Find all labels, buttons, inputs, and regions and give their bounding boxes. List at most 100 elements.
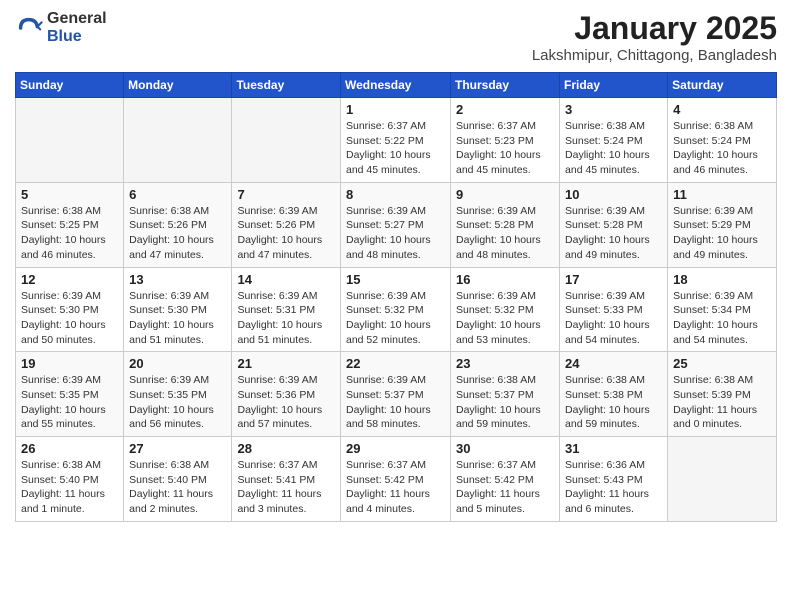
day-number: 26: [21, 441, 118, 456]
title-area: January 2025 Lakshmipur, Chittagong, Ban…: [532, 10, 777, 64]
day-number: 13: [129, 272, 226, 287]
day-info: Sunrise: 6:39 AM Sunset: 5:32 PM Dayligh…: [456, 289, 554, 348]
day-number: 10: [565, 187, 662, 202]
week-row: 19 Sunrise: 6:39 AM Sunset: 5:35 PM Dayli…: [16, 352, 777, 437]
calendar-cell: 5 Sunrise: 6:38 AM Sunset: 5:25 PM Daylig…: [16, 182, 124, 267]
calendar-cell: 2 Sunrise: 6:37 AM Sunset: 5:23 PM Daylig…: [451, 98, 560, 183]
calendar-cell: 18 Sunrise: 6:39 AM Sunset: 5:34 PM Dayli…: [668, 267, 777, 352]
day-info: Sunrise: 6:39 AM Sunset: 5:35 PM Dayligh…: [21, 373, 118, 432]
weekday-header: Tuesday: [232, 73, 341, 98]
calendar-cell: 27Sunrise: 6:38 AM Sunset: 5:40 PM Dayli…: [124, 437, 232, 522]
logo: General Blue: [15, 10, 107, 45]
day-number: 22: [346, 356, 445, 371]
day-number: 3: [565, 102, 662, 117]
day-number: 11: [673, 187, 771, 202]
month-title: January 2025: [532, 10, 777, 47]
day-info: Sunrise: 6:38 AM Sunset: 5:24 PM Dayligh…: [673, 119, 771, 178]
calendar-cell: 14 Sunrise: 6:39 AM Sunset: 5:31 PM Dayli…: [232, 267, 341, 352]
day-info: Sunrise: 6:39 AM Sunset: 5:26 PM Dayligh…: [237, 204, 335, 263]
day-info: Sunrise: 6:38 AM Sunset: 5:39 PM Dayligh…: [673, 373, 771, 432]
calendar-cell: 15Sunrise: 6:39 AM Sunset: 5:32 PM Dayli…: [341, 267, 451, 352]
calendar-cell: 7 Sunrise: 6:39 AM Sunset: 5:26 PM Daylig…: [232, 182, 341, 267]
day-number: 4: [673, 102, 771, 117]
day-number: 28: [237, 441, 335, 456]
day-number: 23: [456, 356, 554, 371]
day-number: 31: [565, 441, 662, 456]
calendar-cell: 9Sunrise: 6:39 AM Sunset: 5:28 PM Daylig…: [451, 182, 560, 267]
day-number: 6: [129, 187, 226, 202]
day-number: 19: [21, 356, 118, 371]
day-info: Sunrise: 6:38 AM Sunset: 5:26 PM Dayligh…: [129, 204, 226, 263]
day-number: 29: [346, 441, 445, 456]
calendar-cell: 22Sunrise: 6:39 AM Sunset: 5:37 PM Dayli…: [341, 352, 451, 437]
day-info: Sunrise: 6:37 AM Sunset: 5:22 PM Dayligh…: [346, 119, 445, 178]
day-number: 27: [129, 441, 226, 456]
weekday-header: Wednesday: [341, 73, 451, 98]
calendar-cell: 17Sunrise: 6:39 AM Sunset: 5:33 PM Dayli…: [560, 267, 668, 352]
day-number: 14: [237, 272, 335, 287]
day-info: Sunrise: 6:38 AM Sunset: 5:40 PM Dayligh…: [21, 458, 118, 517]
calendar-cell: 10 Sunrise: 6:39 AM Sunset: 5:28 PM Dayli…: [560, 182, 668, 267]
weekday-header: Saturday: [668, 73, 777, 98]
day-info: Sunrise: 6:39 AM Sunset: 5:34 PM Dayligh…: [673, 289, 771, 348]
day-number: 8: [346, 187, 445, 202]
day-info: Sunrise: 6:39 AM Sunset: 5:31 PM Dayligh…: [237, 289, 335, 348]
weekday-header: Friday: [560, 73, 668, 98]
day-number: 30: [456, 441, 554, 456]
calendar-cell: [232, 98, 341, 183]
week-row: 5 Sunrise: 6:38 AM Sunset: 5:25 PM Daylig…: [16, 182, 777, 267]
week-row: 1 Sunrise: 6:37 AM Sunset: 5:22 PM Daylig…: [16, 98, 777, 183]
weekday-header: Sunday: [16, 73, 124, 98]
logo-general: General: [47, 10, 107, 28]
calendar-cell: 11 Sunrise: 6:39 AM Sunset: 5:29 PM Dayli…: [668, 182, 777, 267]
weekday-header: Monday: [124, 73, 232, 98]
day-number: 24: [565, 356, 662, 371]
day-info: Sunrise: 6:39 AM Sunset: 5:32 PM Dayligh…: [346, 289, 445, 348]
day-number: 21: [237, 356, 335, 371]
calendar-cell: 12Sunrise: 6:39 AM Sunset: 5:30 PM Dayli…: [16, 267, 124, 352]
day-info: Sunrise: 6:39 AM Sunset: 5:29 PM Dayligh…: [673, 204, 771, 263]
day-number: 7: [237, 187, 335, 202]
day-info: Sunrise: 6:38 AM Sunset: 5:38 PM Dayligh…: [565, 373, 662, 432]
day-info: Sunrise: 6:38 AM Sunset: 5:25 PM Dayligh…: [21, 204, 118, 263]
day-info: Sunrise: 6:37 AM Sunset: 5:42 PM Dayligh…: [346, 458, 445, 517]
calendar-cell: 29 Sunrise: 6:37 AM Sunset: 5:42 PM Dayli…: [341, 437, 451, 522]
weekday-header-row: SundayMondayTuesdayWednesdayThursdayFrid…: [16, 73, 777, 98]
calendar-cell: 24 Sunrise: 6:38 AM Sunset: 5:38 PM Dayli…: [560, 352, 668, 437]
calendar-cell: 8 Sunrise: 6:39 AM Sunset: 5:27 PM Daylig…: [341, 182, 451, 267]
calendar-table: SundayMondayTuesdayWednesdayThursdayFrid…: [15, 72, 777, 522]
day-info: Sunrise: 6:37 AM Sunset: 5:23 PM Dayligh…: [456, 119, 554, 178]
day-number: 5: [21, 187, 118, 202]
day-info: Sunrise: 6:39 AM Sunset: 5:30 PM Dayligh…: [129, 289, 226, 348]
calendar-cell: 26 Sunrise: 6:38 AM Sunset: 5:40 PM Dayli…: [16, 437, 124, 522]
day-number: 17: [565, 272, 662, 287]
calendar-cell: 21 Sunrise: 6:39 AM Sunset: 5:36 PM Dayli…: [232, 352, 341, 437]
calendar-cell: 23Sunrise: 6:38 AM Sunset: 5:37 PM Dayli…: [451, 352, 560, 437]
day-number: 20: [129, 356, 226, 371]
calendar-cell: [16, 98, 124, 183]
week-row: 26 Sunrise: 6:38 AM Sunset: 5:40 PM Dayli…: [16, 437, 777, 522]
day-number: 1: [346, 102, 445, 117]
day-info: Sunrise: 6:36 AM Sunset: 5:43 PM Dayligh…: [565, 458, 662, 517]
day-info: Sunrise: 6:37 AM Sunset: 5:41 PM Dayligh…: [237, 458, 335, 517]
day-info: Sunrise: 6:39 AM Sunset: 5:30 PM Dayligh…: [21, 289, 118, 348]
calendar-cell: 31 Sunrise: 6:36 AM Sunset: 5:43 PM Dayli…: [560, 437, 668, 522]
day-number: 18: [673, 272, 771, 287]
day-number: 16: [456, 272, 554, 287]
calendar-cell: [668, 437, 777, 522]
day-info: Sunrise: 6:39 AM Sunset: 5:28 PM Dayligh…: [565, 204, 662, 263]
weekday-header: Thursday: [451, 73, 560, 98]
calendar-cell: 3 Sunrise: 6:38 AM Sunset: 5:24 PM Daylig…: [560, 98, 668, 183]
day-info: Sunrise: 6:39 AM Sunset: 5:27 PM Dayligh…: [346, 204, 445, 263]
calendar-cell: 20 Sunrise: 6:39 AM Sunset: 5:35 PM Dayli…: [124, 352, 232, 437]
calendar-cell: 13 Sunrise: 6:39 AM Sunset: 5:30 PM Dayli…: [124, 267, 232, 352]
day-info: Sunrise: 6:38 AM Sunset: 5:24 PM Dayligh…: [565, 119, 662, 178]
calendar-cell: 4 Sunrise: 6:38 AM Sunset: 5:24 PM Daylig…: [668, 98, 777, 183]
day-number: 2: [456, 102, 554, 117]
calendar-cell: 30 Sunrise: 6:37 AM Sunset: 5:42 PM Dayli…: [451, 437, 560, 522]
day-info: Sunrise: 6:39 AM Sunset: 5:35 PM Dayligh…: [129, 373, 226, 432]
calendar-cell: 25Sunrise: 6:38 AM Sunset: 5:39 PM Dayli…: [668, 352, 777, 437]
day-info: Sunrise: 6:39 AM Sunset: 5:36 PM Dayligh…: [237, 373, 335, 432]
day-info: Sunrise: 6:39 AM Sunset: 5:28 PM Dayligh…: [456, 204, 554, 263]
day-info: Sunrise: 6:37 AM Sunset: 5:42 PM Dayligh…: [456, 458, 554, 517]
